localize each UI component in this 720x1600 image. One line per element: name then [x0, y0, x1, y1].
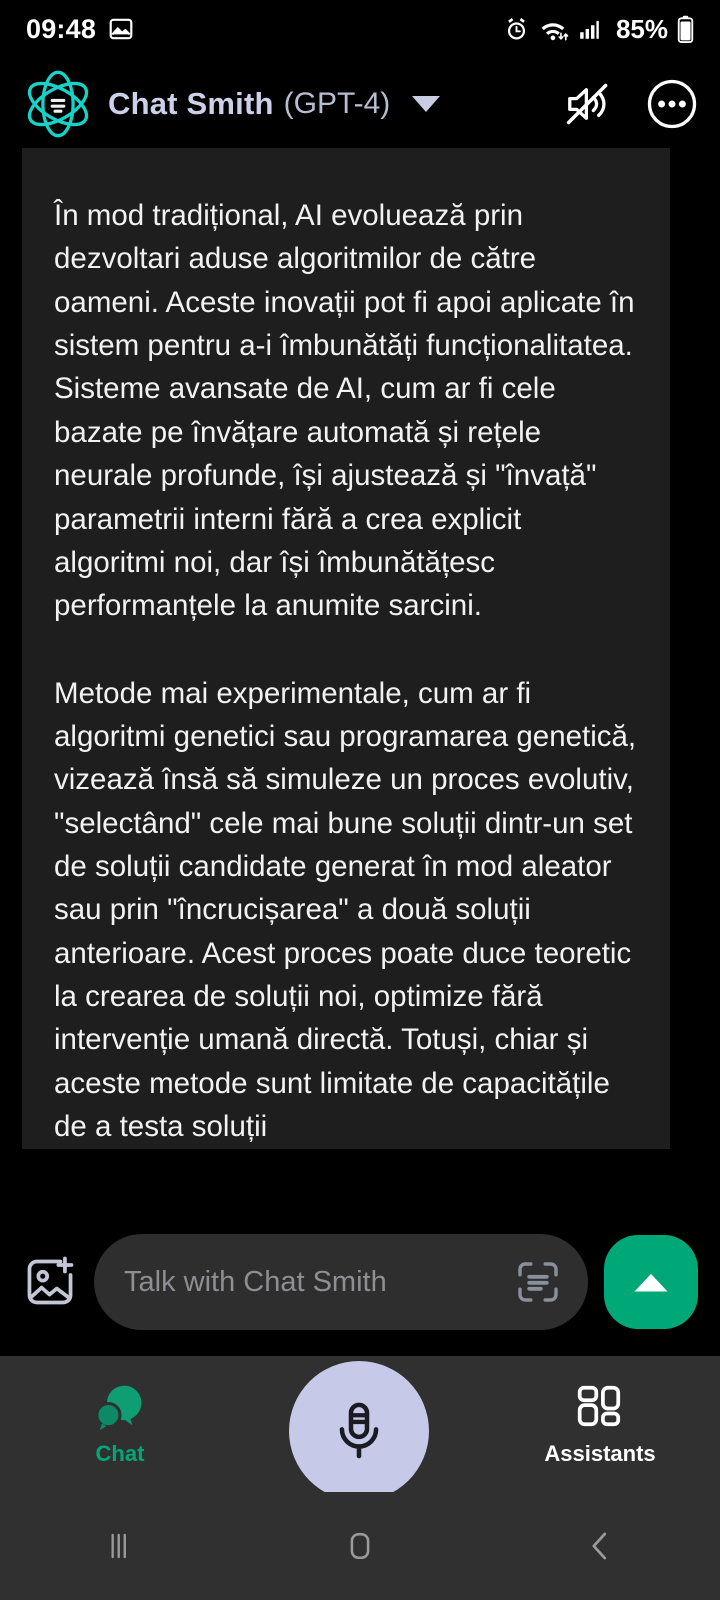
composer-bar: Talk with Chat Smith: [0, 1208, 720, 1356]
nav-item-chat[interactable]: Chat: [0, 1381, 240, 1467]
signal-icon: [580, 20, 599, 39]
nav-label-chat: Chat: [95, 1441, 145, 1466]
more-options-icon[interactable]: [646, 78, 698, 130]
message-paragraph: Metode mai experimentale, cum ar fi algo…: [54, 676, 637, 1144]
assistant-message-bubble: În mod tradițional, AI evoluează prin de…: [22, 148, 670, 1149]
phone-screen: 09:48 85% Chat Smith (GPT-4) În mod trad…: [0, 0, 720, 1600]
grid-apps-icon: [577, 1385, 621, 1427]
back-button[interactable]: [480, 1524, 720, 1568]
send-arrow-icon: [634, 1273, 668, 1292]
nav-item-assistants[interactable]: Assistants: [480, 1381, 720, 1467]
app-header: Chat Smith (GPT-4): [0, 58, 720, 150]
status-bar-right: 85%: [503, 14, 694, 45]
voice-input-button[interactable]: [289, 1361, 429, 1501]
system-navigation-bar: [0, 1492, 720, 1600]
recents-button[interactable]: [0, 1524, 240, 1568]
back-icon: [592, 1532, 607, 1560]
header-actions: [564, 78, 698, 130]
message-input-field[interactable]: Talk with Chat Smith: [94, 1234, 588, 1330]
chevron-down-icon[interactable]: [412, 96, 441, 112]
battery-icon: [677, 15, 694, 43]
scan-text-icon[interactable]: [514, 1258, 562, 1306]
message-input-placeholder: Talk with Chat Smith: [124, 1265, 387, 1298]
model-selector[interactable]: Chat Smith (GPT-4): [108, 86, 564, 122]
home-icon: [350, 1532, 370, 1560]
chat-bubbles-icon: [95, 1385, 142, 1431]
nav-label-assistants: Assistants: [544, 1441, 656, 1466]
image-icon: [109, 18, 133, 40]
status-time: 09:48: [26, 13, 97, 44]
wifi-icon: [541, 22, 569, 40]
home-button[interactable]: [240, 1524, 480, 1568]
model-name: (GPT-4): [283, 87, 391, 120]
alarm-icon: [507, 17, 526, 40]
status-bar-left: 09:48: [26, 14, 134, 45]
add-image-icon[interactable]: [22, 1254, 78, 1310]
send-button[interactable]: [604, 1235, 698, 1329]
speaker-muted-icon[interactable]: [564, 80, 618, 128]
status-bar: 09:48 85%: [0, 0, 720, 58]
microphone-icon: [339, 1402, 379, 1459]
atom-logo-icon: [27, 70, 89, 138]
recents-icon: [111, 1533, 126, 1559]
message-list[interactable]: În mod tradițional, AI evoluează prin de…: [0, 148, 720, 1208]
message-paragraph: În mod tradițional, AI evoluează prin de…: [54, 199, 635, 623]
app-title: Chat Smith: [108, 86, 274, 121]
battery-percent: 85%: [615, 13, 668, 44]
